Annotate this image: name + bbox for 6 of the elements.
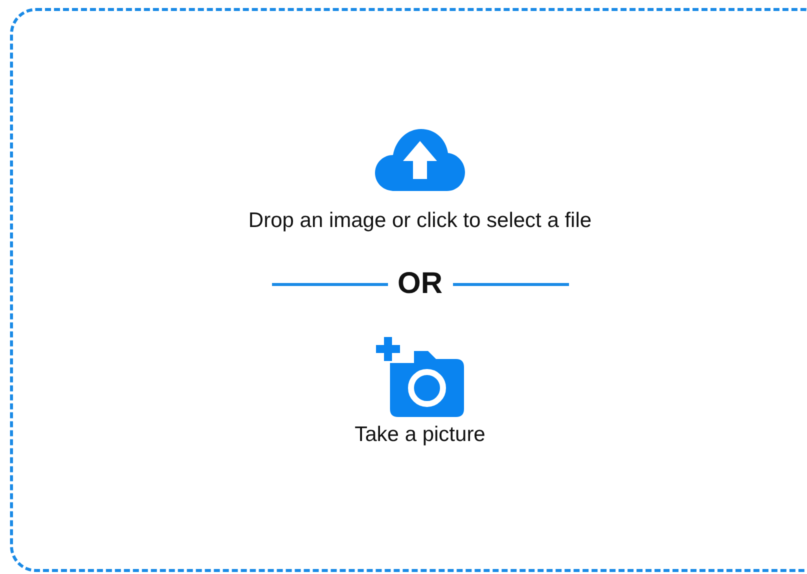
- add-camera-icon: [376, 337, 464, 417]
- drop-zone[interactable]: Drop an image or click to select a file OR Take a picture: [10, 8, 807, 572]
- cloud-upload-icon: [375, 129, 465, 191]
- or-separator: OR: [398, 267, 442, 301]
- upload-option[interactable]: Drop an image or click to select a file: [248, 11, 592, 233]
- camera-option[interactable]: Take a picture: [354, 337, 486, 447]
